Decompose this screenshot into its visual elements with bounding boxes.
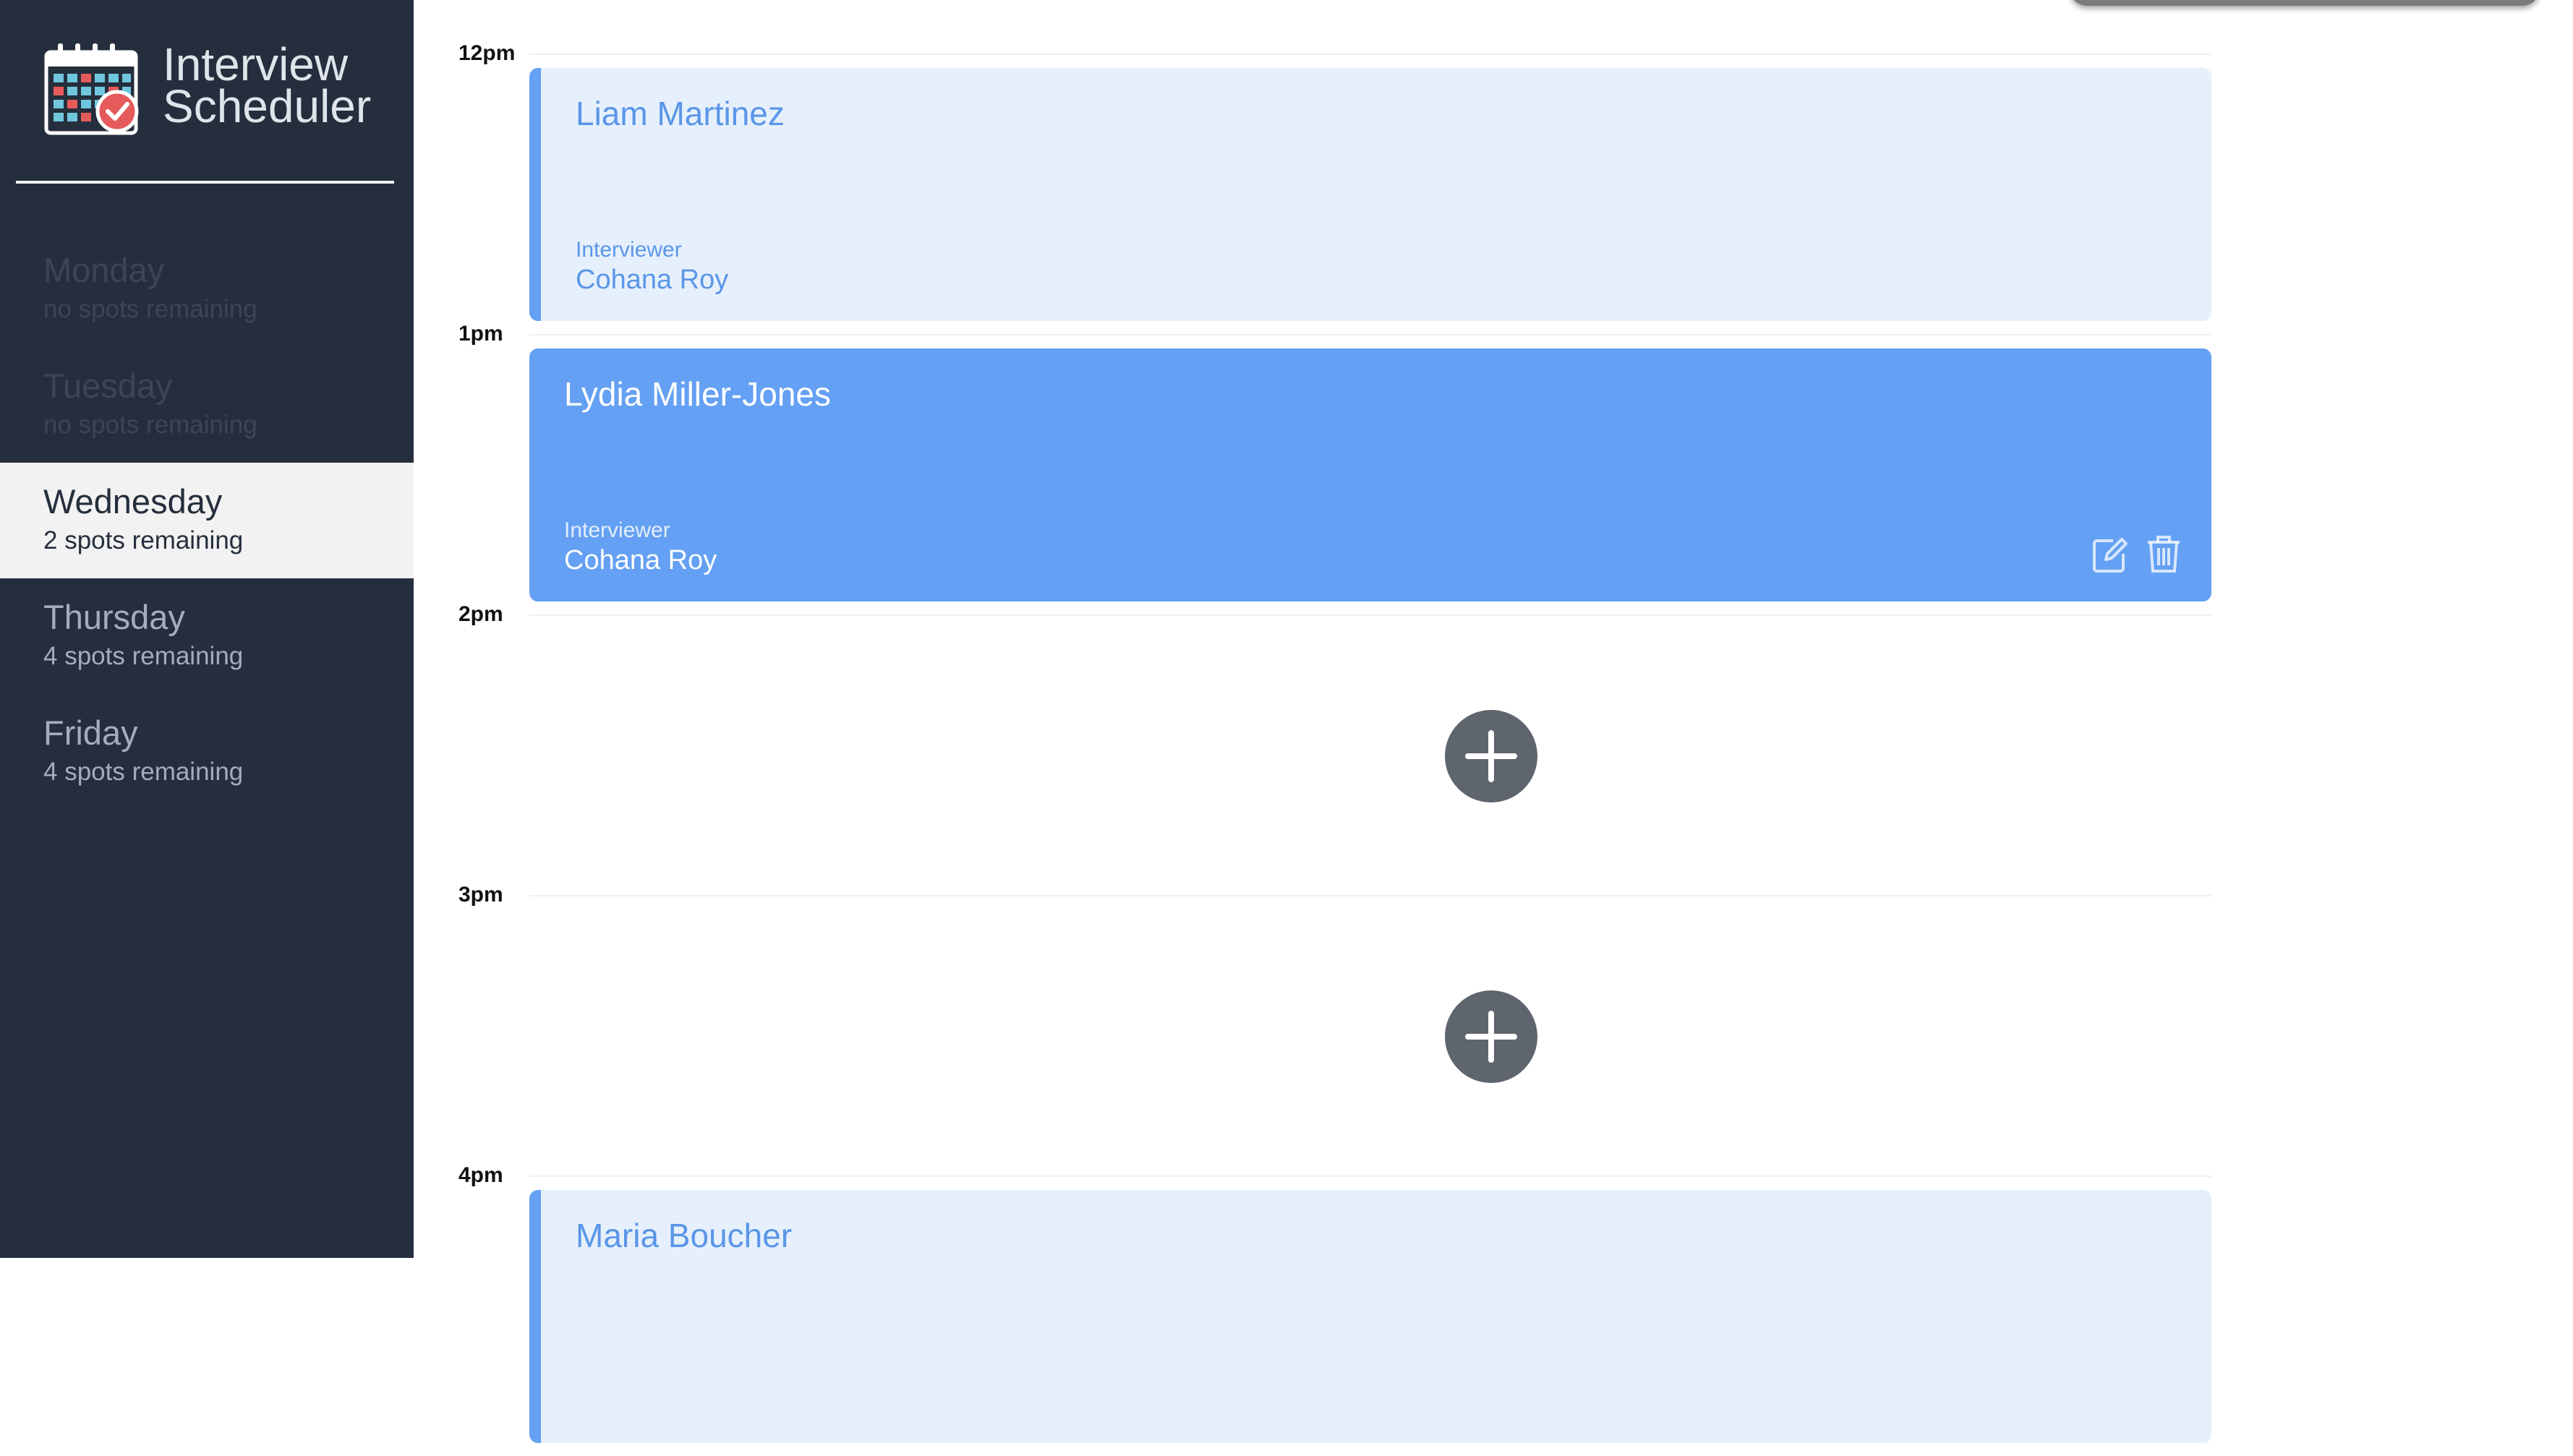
day-spots-remaining: 4 spots remaining <box>43 642 244 670</box>
day-name: Tuesday <box>43 367 173 405</box>
day-spots-remaining: no spots remaining <box>43 411 257 439</box>
appointment-card[interactable]: Maria Boucher <box>529 1190 2211 1443</box>
floating-panel-edge <box>2070 0 2540 6</box>
appointment-slot-12pm: 12pm Liam Martinez Interviewer Cohana Ro… <box>414 41 2573 334</box>
day-name: Wednesday <box>43 482 223 521</box>
day-list-item-thursday[interactable]: Thursday 4 spots remaining <box>0 578 414 694</box>
day-list-item-tuesday[interactable]: Tuesday no spots remaining <box>0 347 414 463</box>
slot-divider <box>529 1175 2211 1177</box>
day-spots-remaining: no spots remaining <box>43 295 257 323</box>
sidebar-divider <box>16 181 394 184</box>
appointment-actions <box>2091 534 2182 574</box>
day-spots-remaining: 2 spots remaining <box>43 526 244 554</box>
day-list-item-wednesday[interactable]: Wednesday 2 spots remaining <box>0 463 414 578</box>
add-appointment-button[interactable] <box>1445 710 1537 802</box>
interviewer-label: Interviewer <box>576 238 682 262</box>
slot-divider <box>529 334 2211 335</box>
appointment-slot-2pm: 2pm <box>414 602 2573 895</box>
day-list-item-friday[interactable]: Friday 4 spots remaining <box>0 694 414 810</box>
appointment-card[interactable]: Liam Martinez Interviewer Cohana Roy <box>529 68 2211 321</box>
slot-time: 2pm <box>458 602 503 626</box>
student-name: Maria Boucher <box>576 1217 793 1254</box>
appointment-card-hovered[interactable]: Lydia Miller-Jones Interviewer Cohana Ro… <box>529 348 2211 601</box>
plus-icon <box>1465 730 1517 782</box>
trash-icon[interactable] <box>2145 534 2182 574</box>
slot-time: 4pm <box>458 1163 503 1187</box>
calendar-check-icon <box>44 43 139 135</box>
slot-divider <box>529 895 2211 896</box>
add-appointment-button[interactable] <box>1445 990 1537 1083</box>
interviewer-name: Cohana Roy <box>564 545 717 575</box>
schedule: 12pm Liam Martinez Interviewer Cohana Ro… <box>414 0 2573 1443</box>
sidebar: Interview Scheduler Monday no spots rema… <box>0 0 414 1258</box>
appointment-slot-4pm: 4pm Maria Boucher <box>414 1163 2573 1456</box>
interviewer-name: Cohana Roy <box>576 265 729 295</box>
day-list-item-monday[interactable]: Monday no spots remaining <box>0 231 414 347</box>
edit-icon[interactable] <box>2091 534 2129 574</box>
slot-time: 12pm <box>458 41 516 65</box>
slot-time: 1pm <box>458 322 503 346</box>
day-name: Monday <box>43 251 165 289</box>
appointment-slot-1pm: 1pm Lydia Miller-Jones Interviewer Cohan… <box>414 322 2573 614</box>
student-name: Lydia Miller-Jones <box>564 375 831 413</box>
slot-time: 3pm <box>458 883 503 907</box>
plus-icon <box>1465 1011 1517 1063</box>
day-spots-remaining: 4 spots remaining <box>43 758 244 786</box>
day-list: Monday no spots remaining Tuesday no spo… <box>0 231 414 810</box>
interviewer-label: Interviewer <box>564 518 670 542</box>
day-name: Friday <box>43 714 138 752</box>
student-name: Liam Martinez <box>576 95 785 132</box>
appointment-slot-3pm: 3pm <box>414 883 2573 1175</box>
slot-divider <box>529 53 2211 55</box>
day-name: Thursday <box>43 598 185 636</box>
brand: Interview Scheduler <box>43 38 376 143</box>
app-title: Interview Scheduler <box>163 38 372 132</box>
slot-divider <box>529 614 2211 616</box>
